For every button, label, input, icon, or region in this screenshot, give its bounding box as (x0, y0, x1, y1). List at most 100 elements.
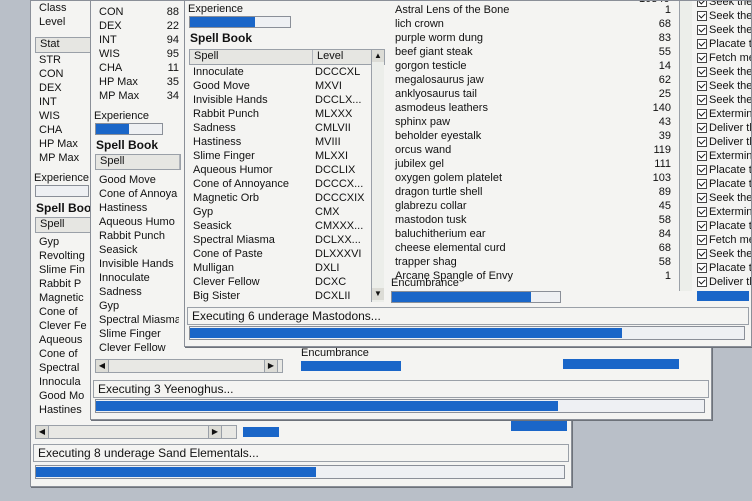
checkbox-checked-icon[interactable] (697, 277, 707, 288)
spell-row[interactable]: Cone of Annoya (95, 187, 179, 201)
spell-row[interactable]: Aqueous Humor DCCLIX (189, 163, 371, 177)
inventory-row[interactable]: sphinx paw 43 (391, 115, 675, 129)
checkbox-checked-icon[interactable] (697, 151, 707, 162)
inventory-row[interactable]: jubilex gel 111 (391, 157, 675, 171)
scroll-left-icon[interactable]: ◀ (36, 426, 49, 438)
quest-row[interactable]: Seek the (695, 79, 751, 93)
checkbox-checked-icon[interactable] (697, 235, 707, 246)
checkbox-checked-icon[interactable] (697, 165, 707, 176)
checkbox-checked-icon[interactable] (697, 207, 707, 218)
quest-row[interactable]: Seek the (695, 191, 751, 205)
quest-row[interactable]: Placate t (695, 261, 751, 275)
spell-row[interactable]: Good Move (95, 173, 179, 187)
inventory-row[interactable]: oxygen golem platelet 103 (391, 171, 675, 185)
checkbox-checked-icon[interactable] (697, 109, 707, 120)
checkbox-checked-icon[interactable] (697, 193, 707, 204)
spell-row[interactable]: Hastiness (95, 201, 179, 215)
inventory-row[interactable]: beholder eyestalk 39 (391, 129, 675, 143)
inventory-row[interactable]: trapper shag 58 (391, 255, 675, 269)
quest-row[interactable]: Extermina (695, 149, 751, 163)
stat-row[interactable]: CON 88 (95, 5, 183, 19)
stat-row[interactable]: MP Max 34 (95, 89, 183, 103)
stat-row[interactable]: WIS 95 (95, 47, 183, 61)
horizontal-scrollbar-back[interactable]: ◀ ▶ (35, 425, 237, 439)
spell-row[interactable]: Cone of Annoyance DCCCX... (189, 177, 371, 191)
spell-row[interactable]: Good Mo (35, 389, 91, 403)
quest-row[interactable]: Extermina (695, 205, 751, 219)
spell-row[interactable]: Spectral (35, 361, 91, 375)
spell-row[interactable]: Invisible Hands (95, 257, 179, 271)
quest-row[interactable]: Seek the (695, 65, 751, 79)
quest-row[interactable]: Placate t (695, 37, 751, 51)
stat-column-header[interactable]: Stat (36, 38, 92, 52)
level-column-header[interactable]: Level (313, 50, 377, 64)
scroll-left-icon[interactable]: ◀ (96, 360, 109, 372)
checkbox-checked-icon[interactable] (697, 249, 707, 260)
spell-row[interactable]: Rabbit P (35, 277, 91, 291)
stat-row[interactable]: HP Max 35 (95, 75, 183, 89)
quest-row[interactable]: Deliver th (695, 275, 751, 289)
spell-row[interactable]: Innocula (35, 375, 91, 389)
quest-row[interactable]: Fetch me (695, 233, 751, 247)
spell-row[interactable]: Slime Finger MLXXI (189, 149, 371, 163)
inventory-row[interactable]: megalosaurus jaw 62 (391, 73, 675, 87)
inventory-row[interactable]: glabrezu collar 45 (391, 199, 675, 213)
spell-row[interactable]: Rabbit Punch MLXXX (189, 107, 371, 121)
spell-row[interactable]: Slime Finger (95, 327, 179, 341)
scroll-right-icon[interactable]: ▶ (264, 360, 278, 372)
stat-header[interactable]: Stat (35, 37, 93, 53)
scroll-up-icon[interactable]: ▲ (372, 50, 384, 62)
spell-row[interactable]: Clever Fellow DCXC (189, 275, 371, 289)
inventory-row[interactable]: Astral Lens of the Bone 1 (391, 3, 675, 17)
spell-row[interactable]: Gyp (95, 299, 179, 313)
quest-row[interactable]: Extermina (695, 107, 751, 121)
spell-row[interactable]: Invisible Hands DCCLX... (189, 93, 371, 107)
checkbox-checked-icon[interactable] (697, 1, 707, 8)
spell-row[interactable]: Innoculate (95, 271, 179, 285)
spell-row[interactable]: Cone of Paste DLXXXVI (189, 247, 371, 261)
inventory-row[interactable]: beef giant steak 55 (391, 45, 675, 59)
inventory-row[interactable]: purple worm dung 83 (391, 31, 675, 45)
spell-row[interactable]: Aqueous Humo (95, 215, 179, 229)
stat-row[interactable]: WIS (35, 109, 91, 123)
inventory-row[interactable]: gorgon testicle 14 (391, 59, 675, 73)
checkbox-checked-icon[interactable] (697, 95, 707, 106)
spell-row[interactable]: Good Move MXVI (189, 79, 371, 93)
quest-row[interactable]: Fetch me (695, 51, 751, 65)
checkbox-checked-icon[interactable] (697, 137, 707, 148)
spell-row[interactable]: Spectral Miasma DCLXX... (189, 233, 371, 247)
spell-row[interactable]: Aqueous (35, 333, 91, 347)
spell-header-back[interactable]: Spell (35, 217, 93, 233)
inventory-row[interactable]: lich crown 68 (391, 17, 675, 31)
quest-row[interactable]: Seek the (695, 1, 751, 9)
checkbox-checked-icon[interactable] (697, 81, 707, 92)
spell-row[interactable]: Mulligan DXLI (189, 261, 371, 275)
spell-row[interactable]: Magnetic Orb DCCCXIX (189, 191, 371, 205)
spell-row[interactable]: Slime Fin (35, 263, 91, 277)
spell-row[interactable]: Gyp CMX (189, 205, 371, 219)
spell-row[interactable]: Big Sister DCXLII (189, 289, 371, 303)
inventory-row[interactable]: cheese elemental curd 68 (391, 241, 675, 255)
stat-row[interactable]: INT (35, 95, 91, 109)
quest-row[interactable]: Deliver th (695, 121, 751, 135)
inventory-vertical-scrollbar[interactable] (679, 1, 692, 291)
stat-row[interactable]: HP Max (35, 137, 91, 151)
spell-column-header[interactable]: Spell (190, 50, 313, 64)
checkbox-checked-icon[interactable] (697, 53, 707, 64)
quest-row[interactable]: Placate t (695, 163, 751, 177)
stat-row[interactable]: DEX (35, 81, 91, 95)
quest-row[interactable]: Placate t (695, 177, 751, 191)
spell-column-header[interactable]: Spell (36, 218, 92, 232)
inventory-row[interactable]: mastodon tusk 58 (391, 213, 675, 227)
spell-row[interactable]: Rabbit Punch (95, 229, 179, 243)
inventory-row[interactable]: dragon turtle shell 89 (391, 185, 675, 199)
quest-row[interactable]: Seek the (695, 247, 751, 261)
spell-vertical-scrollbar[interactable]: ▲ ▼ (371, 50, 384, 302)
spell-row[interactable]: Clever Fellow (95, 341, 179, 355)
inventory-row[interactable]: baluchitherium ear 84 (391, 227, 675, 241)
stat-row[interactable]: CHA 11 (95, 61, 183, 75)
spell-row[interactable]: Clever Fe (35, 319, 91, 333)
inventory-row[interactable]: orcus wand 119 (391, 143, 675, 157)
spell-row[interactable]: Sadness CMLVII (189, 121, 371, 135)
spell-row[interactable]: Innoculate DCCCXL (189, 65, 371, 79)
